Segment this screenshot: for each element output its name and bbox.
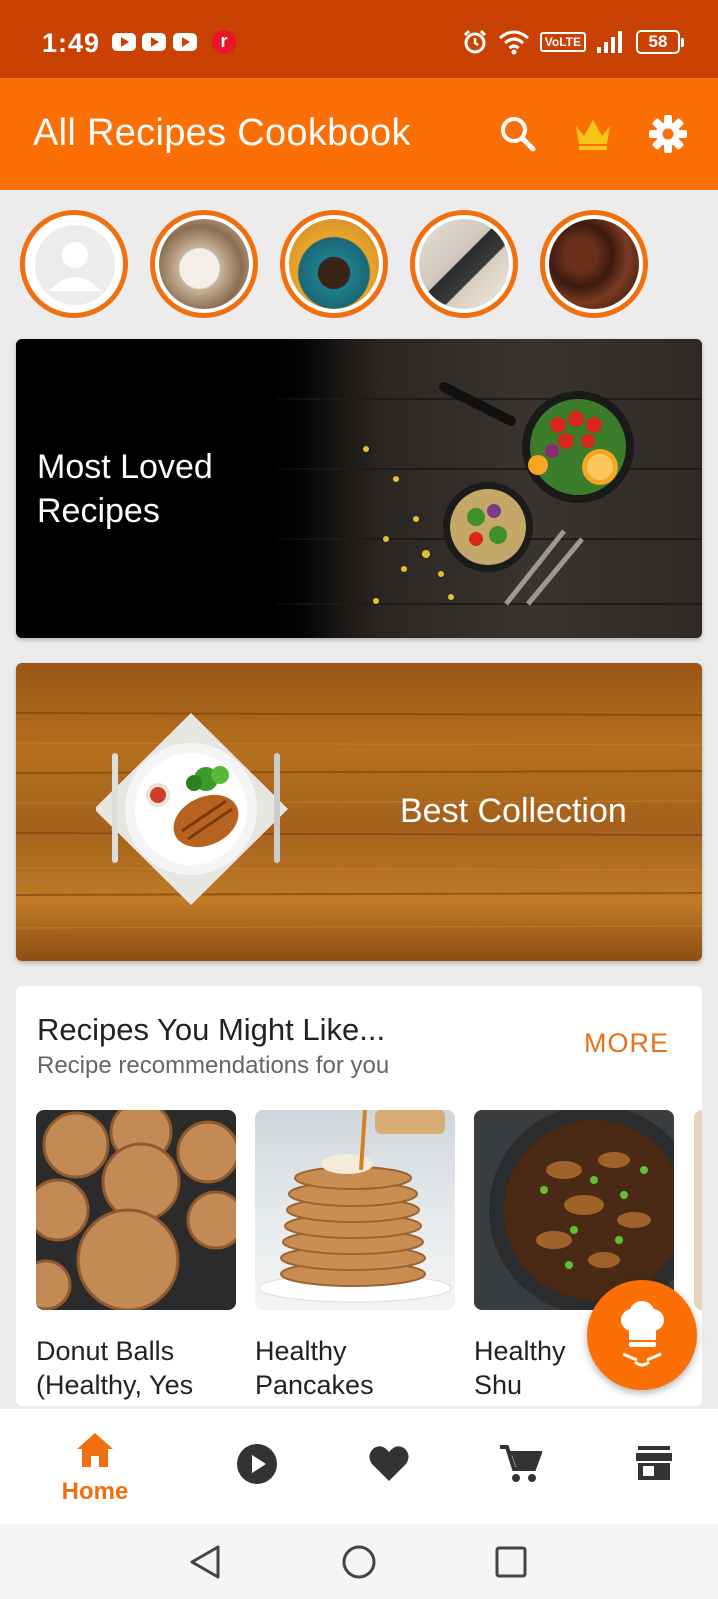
app-title: All Recipes Cookbook xyxy=(33,112,411,154)
store-icon xyxy=(636,1446,672,1480)
battery-icon: 58 xyxy=(636,30,684,54)
app-notification-icon: r xyxy=(212,30,236,54)
status-indicators: VoLTE 58 xyxy=(462,24,684,60)
youtube-notification-icon xyxy=(142,33,166,51)
salad-pan-illustration xyxy=(276,382,702,606)
nav-store[interactable] xyxy=(609,1443,699,1523)
status-bar: 1:49 r VoLTE 58 xyxy=(0,0,718,78)
more-button[interactable]: MORE xyxy=(584,1028,669,1059)
search-icon[interactable] xyxy=(498,114,538,154)
story-chocolate-cake[interactable] xyxy=(280,210,388,318)
wifi-icon xyxy=(498,30,529,55)
nav-cart[interactable] xyxy=(475,1443,565,1523)
status-time: 1:49 xyxy=(42,28,101,58)
play-icon xyxy=(237,1444,277,1484)
story-plated-dish[interactable] xyxy=(150,210,258,318)
home-circle-icon[interactable] xyxy=(341,1544,377,1580)
recipe-image xyxy=(255,1110,455,1310)
recents-icon[interactable] xyxy=(494,1545,528,1579)
profile-avatar[interactable] xyxy=(20,210,128,318)
recipe-card-donut-balls[interactable]: Donut Balls (Healthy, Yes xyxy=(36,1110,236,1402)
chef-hat-icon xyxy=(621,1301,664,1367)
best-collection-banner[interactable]: Best Collection xyxy=(16,663,702,961)
volte-icon: VoLTE xyxy=(539,32,586,52)
signal-icon xyxy=(597,31,622,53)
nav-videos[interactable] xyxy=(212,1443,302,1523)
crown-icon[interactable] xyxy=(573,114,613,154)
wooden-table-photo xyxy=(276,339,702,638)
recipe-card-healthy-pancakes[interactable]: Healthy Pancakes xyxy=(255,1110,455,1402)
chef-fab-button[interactable] xyxy=(587,1280,697,1390)
app-bar: All Recipes Cookbook xyxy=(0,78,718,190)
recipe-name: Healthy Pancakes xyxy=(255,1336,374,1400)
best-collection-label: Best Collection xyxy=(400,792,627,830)
recipe-image xyxy=(36,1110,236,1310)
story-grilled-meat[interactable] xyxy=(540,210,648,318)
home-icon xyxy=(77,1433,113,1467)
bottom-navigation: Home xyxy=(0,1409,718,1524)
most-loved-label: Most Loved Recipes xyxy=(37,448,213,530)
heart-icon xyxy=(369,1446,409,1481)
plated-meal-illustration xyxy=(96,713,288,905)
story-phone-photo[interactable] xyxy=(410,210,518,318)
nav-favorites[interactable] xyxy=(344,1443,434,1523)
most-loved-banner[interactable]: Most Loved Recipes xyxy=(16,339,702,638)
nav-home-label: Home xyxy=(61,1478,129,1505)
recommendations-subtitle: Recipe recommendations for you xyxy=(37,1052,390,1079)
cart-icon xyxy=(500,1445,543,1482)
recommendations-title: Recipes You Might Like... xyxy=(37,1012,386,1047)
nav-home[interactable]: Home xyxy=(50,1431,140,1511)
system-navigation-bar xyxy=(0,1524,718,1599)
gear-icon[interactable] xyxy=(648,114,688,154)
user-placeholder-icon xyxy=(35,225,115,305)
recipe-name: Donut Balls (Healthy, Yes xyxy=(36,1336,194,1400)
alarm-icon xyxy=(463,29,486,54)
back-icon[interactable] xyxy=(188,1544,222,1580)
youtube-notification-icon xyxy=(112,33,136,51)
youtube-notification-icon xyxy=(173,33,197,51)
